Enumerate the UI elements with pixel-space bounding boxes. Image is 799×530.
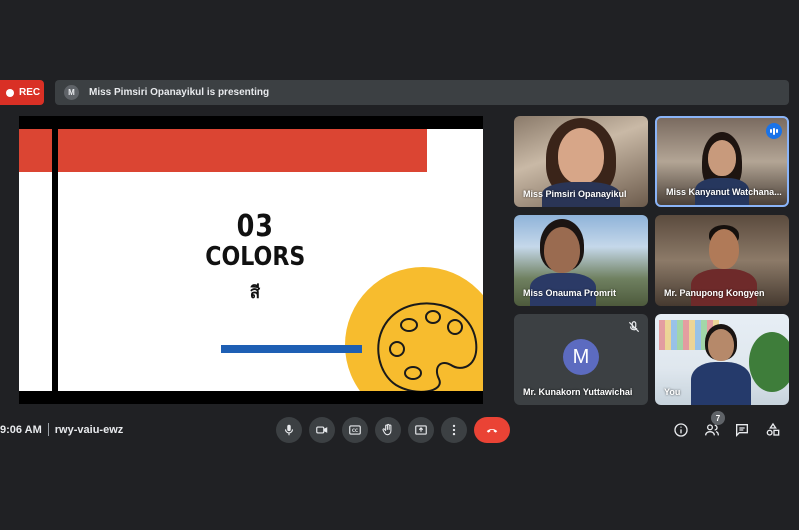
participant-tile[interactable]: You [655, 314, 789, 405]
info-icon [674, 423, 688, 437]
end-call-button[interactable] [474, 417, 510, 443]
svg-text:CC: CC [352, 428, 358, 433]
presenting-text: Miss Pimsiri Opanayikul is presenting [89, 87, 270, 98]
more-options-button[interactable] [441, 417, 467, 443]
participant-name: Miss Pimsiri Opanayikul [523, 189, 627, 199]
chat-icon [736, 424, 748, 437]
recording-badge: REC [0, 80, 44, 105]
participant-tile[interactable]: Mr. Panupong Kongyen [655, 215, 789, 306]
present-screen-icon [415, 425, 427, 435]
divider [47, 423, 49, 436]
participant-tile[interactable]: M Mr. Kunakorn Yuttawichai [514, 314, 648, 405]
meeting-info: 9:06 AM rwy-vaiu-ewz [0, 423, 123, 436]
presenter-avatar: M [64, 85, 79, 100]
more-options-icon [452, 424, 456, 436]
activities-button[interactable] [764, 421, 782, 439]
participant-tile[interactable]: Miss Kanyanut Watchana... [655, 116, 789, 207]
participant-name: Miss Onauma Promrit [523, 288, 617, 298]
slide-red-block-top [58, 129, 427, 172]
participant-name: Mr. Kunakorn Yuttawichai [523, 387, 633, 397]
microphone-icon [284, 424, 294, 436]
present-now-button[interactable] [408, 417, 434, 443]
slide-red-block-left [19, 129, 52, 172]
participant-count-badge: 7 [711, 411, 725, 425]
end-call-icon [486, 428, 498, 433]
slide-subtitle: สี [249, 283, 261, 302]
raise-hand-button[interactable] [375, 417, 401, 443]
meeting-details-button[interactable] [672, 421, 690, 439]
presenting-banner: M Miss Pimsiri Opanayikul is presenting [55, 80, 789, 105]
participant-tile[interactable]: Miss Onauma Promrit [514, 215, 648, 306]
recording-label: REC [19, 87, 41, 98]
slide-page: 03 COLORS สี [19, 129, 483, 391]
slide-number: 03 [236, 209, 274, 244]
shared-screen[interactable]: 03 COLORS สี [19, 116, 483, 404]
speaking-indicator-icon [766, 123, 782, 139]
participant-name: Miss Kanyanut Watchana... [666, 187, 782, 197]
raise-hand-icon [382, 423, 392, 436]
microphone-off-icon [628, 321, 640, 333]
recording-dot-icon [6, 88, 14, 97]
slide-title: COLORS [205, 242, 306, 272]
participant-name: You [664, 387, 681, 397]
participant-tile[interactable]: Miss Pimsiri Opanayikul [514, 116, 648, 207]
camera-button[interactable] [309, 417, 335, 443]
chat-button[interactable] [733, 421, 751, 439]
participant-name: Mr. Panupong Kongyen [664, 288, 765, 298]
camera-icon [316, 426, 328, 434]
activities-icon [766, 422, 780, 436]
clock-time: 9:06 AM [0, 423, 42, 436]
captions-icon: CC [349, 425, 361, 435]
meeting-code: rwy-vaiu-ewz [54, 423, 124, 436]
slide-blue-bar [221, 345, 362, 353]
microphone-button[interactable] [276, 417, 302, 443]
captions-button[interactable]: CC [342, 417, 368, 443]
participant-avatar: M [563, 339, 599, 375]
palette-icon [377, 302, 478, 391]
